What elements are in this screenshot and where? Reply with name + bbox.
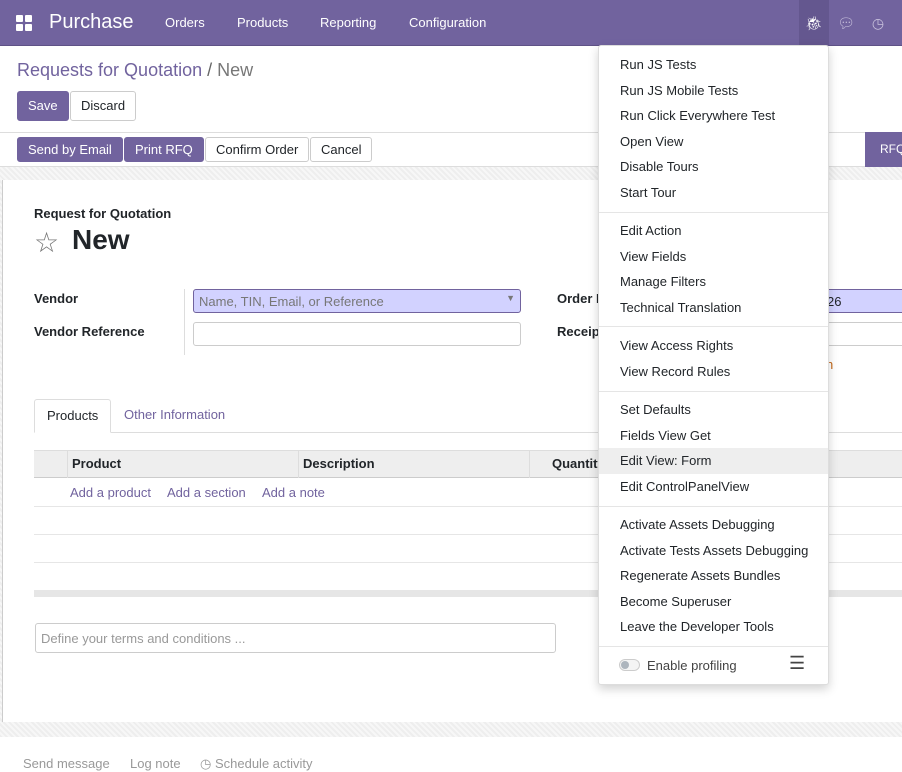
divider <box>599 391 828 392</box>
add-note-link[interactable]: Add a note <box>262 485 325 500</box>
add-product-link[interactable]: Add a product <box>70 485 151 500</box>
tab-other-information[interactable]: Other Information <box>112 399 237 433</box>
confirm-order-button[interactable]: Confirm Order <box>205 137 310 162</box>
breadcrumb-parent[interactable]: Requests for Quotation <box>17 60 202 80</box>
status-rfq[interactable]: RFQ <box>865 132 902 167</box>
tab-products[interactable]: Products <box>34 399 112 433</box>
menu-open-view[interactable]: Open View <box>599 129 828 155</box>
add-section-link[interactable]: Add a section <box>167 485 246 500</box>
record-title: New <box>72 224 130 255</box>
divider <box>184 289 185 355</box>
breadcrumb: Requests for Quotation / New <box>17 60 253 81</box>
menu-set-defaults[interactable]: Set Defaults <box>599 397 828 423</box>
list-icon[interactable]: ☰ <box>789 653 805 674</box>
menu-technical-translation[interactable]: Technical Translation <box>599 295 828 321</box>
menu-edit-view-form[interactable]: Edit View: Form <box>599 448 828 474</box>
menu-edit-action[interactable]: Edit Action <box>599 218 828 244</box>
menu-leave-developer-tools[interactable]: Leave the Developer Tools <box>599 614 828 640</box>
menu-reporting[interactable]: Reporting <box>320 15 376 30</box>
divider <box>599 646 828 647</box>
save-button[interactable]: Save <box>17 91 69 121</box>
divider <box>599 212 828 213</box>
column-description[interactable]: Description <box>298 451 529 478</box>
navbar: Purchase Orders Products Reporting Confi… <box>0 0 902 46</box>
menu-products[interactable]: Products <box>237 15 288 30</box>
form-subtitle: Request for Quotation <box>34 206 172 221</box>
menu-view-access-rights[interactable]: View Access Rights <box>599 333 828 359</box>
apps-menu-icon[interactable] <box>16 15 32 31</box>
terms-placeholder: Define your terms and conditions ... <box>41 631 246 646</box>
menu-run-js-tests[interactable]: Run JS Tests <box>599 52 828 78</box>
menu-view-fields[interactable]: View Fields <box>599 244 828 270</box>
cancel-button[interactable]: Cancel <box>310 137 373 162</box>
vendor-field[interactable]: Name, TIN, Email, or Reference ▼ <box>193 289 521 313</box>
debug-dropdown-menu: Run JS Tests Run JS Mobile Tests Run Cli… <box>598 45 829 685</box>
column-product[interactable]: Product <box>67 451 298 478</box>
schedule-activity-button[interactable]: ◷ Schedule activity <box>200 756 313 772</box>
terms-field[interactable]: Define your terms and conditions ... <box>35 623 556 653</box>
clock-icon[interactable]: ◷ <box>863 0 893 46</box>
app-name[interactable]: Purchase <box>49 11 134 34</box>
profiling-label: Enable profiling <box>647 658 737 673</box>
star-icon[interactable]: ☆ <box>34 226 59 259</box>
menu-activate-assets-debugging[interactable]: Activate Assets Debugging <box>599 512 828 538</box>
bug-icon[interactable]: 🐞︎ <box>799 0 829 46</box>
caret-down-icon[interactable]: ▼ <box>506 293 515 303</box>
menu-become-superuser[interactable]: Become Superuser <box>599 589 828 615</box>
breadcrumb-current: New <box>217 60 254 80</box>
menu-view-record-rules[interactable]: View Record Rules <box>599 359 828 385</box>
print-rfq-button[interactable]: Print RFQ <box>124 137 204 162</box>
vendor-reference-field[interactable] <box>193 322 521 346</box>
breadcrumb-separator: / <box>207 60 213 80</box>
order-deadline-value: 26 <box>827 294 842 309</box>
send-by-email-button[interactable]: Send by Email <box>17 137 123 162</box>
vendor-placeholder: Name, TIN, Email, or Reference <box>199 294 384 309</box>
menu-activate-tests-assets-debugging[interactable]: Activate Tests Assets Debugging <box>599 538 828 564</box>
menu-manage-filters[interactable]: Manage Filters <box>599 269 828 295</box>
discard-button[interactable]: Discard <box>70 91 137 121</box>
menu-run-js-mobile-tests[interactable]: Run JS Mobile Tests <box>599 78 828 104</box>
menu-configuration[interactable]: Configuration <box>409 15 486 30</box>
menu-fields-view-get[interactable]: Fields View Get <box>599 423 828 449</box>
menu-orders[interactable]: Orders <box>165 15 205 30</box>
menu-edit-controlpanelview[interactable]: Edit ControlPanelView <box>599 474 828 500</box>
divider <box>599 326 828 327</box>
vendor-reference-label: Vendor Reference <box>34 324 145 339</box>
menu-disable-tours[interactable]: Disable Tours <box>599 154 828 180</box>
menu-run-click-everywhere[interactable]: Run Click Everywhere Test <box>599 103 828 129</box>
chat-icon[interactable]: 💬︎ <box>831 0 861 46</box>
menu-start-tour[interactable]: Start Tour <box>599 180 828 206</box>
menu-regenerate-assets-bundles[interactable]: Regenerate Assets Bundles <box>599 563 828 589</box>
receipt-date-label: Receip <box>557 324 600 339</box>
profiling-toggle[interactable] <box>619 659 640 671</box>
vendor-label: Vendor <box>34 291 79 306</box>
divider <box>599 506 828 507</box>
